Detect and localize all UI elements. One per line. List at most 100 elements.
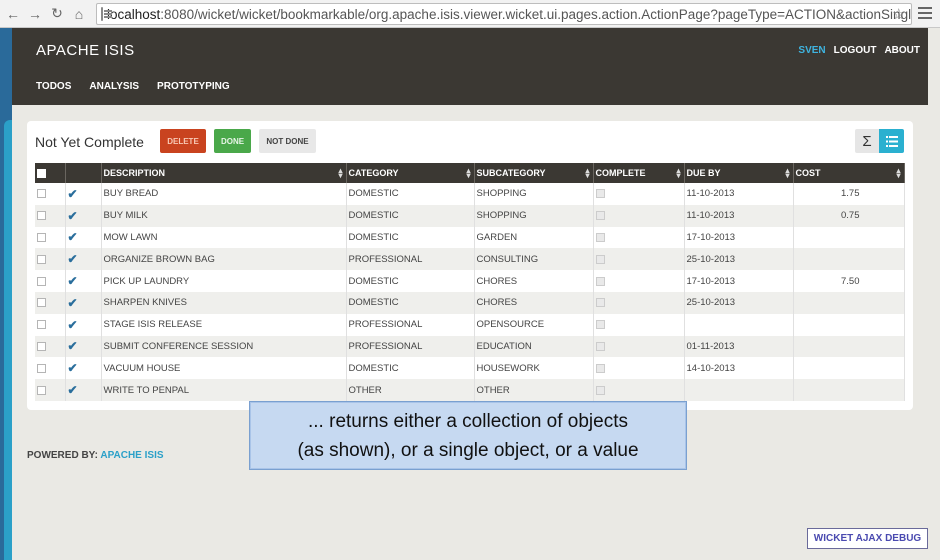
row-checkbox[interactable] <box>37 254 46 264</box>
select-cell[interactable] <box>35 270 66 292</box>
wicket-ajax-debug-button[interactable]: WICKET AJAX DEBUG <box>807 528 928 549</box>
cost-cell <box>793 357 905 380</box>
complete-cell <box>593 204 685 227</box>
row-checkbox[interactable] <box>37 211 46 221</box>
description-cell[interactable]: WRITE TO PENPAL <box>101 379 347 401</box>
table-row[interactable]: ✔ BUY MILK DOMESTIC SHOPPING 11-10-2013 0.75 <box>35 204 905 227</box>
row-checkbox[interactable] <box>37 363 46 373</box>
column-header-cost[interactable]: COST ▴ ▾ <box>793 163 905 183</box>
summary-view-button[interactable]: Σ <box>855 129 879 153</box>
description-cell[interactable]: STAGE ISIS RELEASE <box>101 313 347 336</box>
back-icon[interactable]: ← <box>4 4 22 24</box>
forward-icon[interactable]: → <box>26 4 44 24</box>
description-cell[interactable]: PICK UP LAUNDRY <box>101 270 347 292</box>
select-all-header[interactable] <box>35 163 66 183</box>
select-cell[interactable] <box>35 183 66 205</box>
select-cell[interactable] <box>35 313 66 336</box>
select-cell[interactable] <box>35 291 66 314</box>
category-cell: DOMESTIC <box>346 291 475 314</box>
table-row[interactable]: ✔ BUY BREAD DOMESTIC SHOPPING 11-10-2013 1.75 <box>35 183 905 205</box>
description-cell[interactable]: ORGANIZE BROWN BAG <box>101 248 347 271</box>
not-done-button[interactable]: NOT DONE <box>259 129 316 153</box>
row-checkbox[interactable] <box>37 320 46 330</box>
table-row[interactable]: ✔ PICK UP LAUNDRY DOMESTIC CHORES 17-10-2013… <box>35 270 905 292</box>
results-table: DESCRIPTION ▴ ▾ CATEGORY ▴ ▾ SUBCATEGORY ▴ ▾ C… <box>35 163 905 401</box>
results-panel: Not Yet Complete DELETE DONE NOT DONE Σ … <box>27 121 913 410</box>
select-cell[interactable] <box>35 248 66 271</box>
select-cell[interactable] <box>35 357 66 380</box>
checkmark-icon: ✔ <box>67 208 78 223</box>
address-bar[interactable]: localhost:8080/wicket/wicket/bookmarkabl… <box>96 3 912 25</box>
table-row[interactable]: ✔ STAGE ISIS RELEASE PROFESSIONAL OPENSOURC… <box>35 313 905 336</box>
select-cell[interactable] <box>35 226 66 249</box>
complete-checkbox <box>595 298 605 308</box>
table-row[interactable]: ✔ ORGANIZE BROWN BAG PROFESSIONAL CONSULTIN… <box>35 248 905 271</box>
icon-cell: ✔ <box>65 313 102 336</box>
complete-cell <box>593 183 685 205</box>
category-cell: DOMESTIC <box>346 357 475 380</box>
apache-isis-link[interactable]: APACHE ISIS <box>100 450 163 461</box>
complete-cell <box>593 313 685 336</box>
app-title[interactable]: APACHE ISIS <box>36 42 135 59</box>
left-edge-accent-light <box>4 120 12 560</box>
complete-cell <box>593 270 685 292</box>
url-host: localhost <box>107 6 161 22</box>
table-row[interactable]: ✔ SUBMIT CONFERENCE SESSION PROFESSIONAL ED… <box>35 335 905 358</box>
row-checkbox[interactable] <box>37 276 46 286</box>
column-header-subcategory[interactable]: SUBCATEGORY ▴ ▾ <box>474 163 594 183</box>
column-header-complete[interactable]: COMPLETE ▴ ▾ <box>593 163 685 183</box>
description-cell[interactable]: BUY MILK <box>101 204 347 227</box>
cost-cell <box>793 379 905 401</box>
checkmark-icon: ✔ <box>67 252 78 267</box>
description-cell[interactable]: BUY BREAD <box>101 183 347 205</box>
done-button[interactable]: DONE <box>214 129 251 153</box>
table-view-button[interactable] <box>879 129 904 153</box>
table-row[interactable]: ✔ WRITE TO PENPAL OTHER OTHER <box>35 379 905 401</box>
home-icon[interactable]: ⌂ <box>70 4 88 24</box>
subcategory-cell: CHORES <box>474 291 594 314</box>
table-row[interactable]: ✔ MOW LAWN DOMESTIC GARDEN 17-10-2013 <box>35 226 905 249</box>
complete-checkbox <box>595 189 605 199</box>
select-cell[interactable] <box>35 379 66 401</box>
cost-cell <box>793 335 905 358</box>
row-checkbox[interactable] <box>37 385 46 395</box>
description-cell[interactable]: VACUUM HOUSE <box>101 357 347 380</box>
description-cell[interactable]: SHARPEN KNIVES <box>101 291 347 314</box>
menu-item-prototyping[interactable]: PROTOTYPING <box>157 81 230 92</box>
column-header-category[interactable]: CATEGORY ▴ ▾ <box>346 163 475 183</box>
bookmark-star-icon[interactable]: ☆ <box>892 5 905 23</box>
row-checkbox[interactable] <box>37 298 46 308</box>
row-checkbox[interactable] <box>37 189 46 199</box>
select-cell[interactable] <box>35 335 66 358</box>
icon-cell: ✔ <box>65 291 102 314</box>
sort-icon: ▴ ▾ <box>785 166 790 180</box>
menu-item-todos[interactable]: TODOS <box>36 81 71 92</box>
delete-button[interactable]: DELETE <box>160 129 206 153</box>
category-cell: PROFESSIONAL <box>346 248 475 271</box>
menu-item-analysis[interactable]: ANALYSIS <box>89 81 139 92</box>
cost-cell: 0.75 <box>793 204 905 227</box>
table-row[interactable]: ✔ SHARPEN KNIVES DOMESTIC CHORES 25-10-2013 <box>35 291 905 314</box>
main-menu: TODOS ANALYSIS PROTOTYPING <box>36 81 230 92</box>
column-header-description[interactable]: DESCRIPTION ▴ ▾ <box>101 163 347 183</box>
sort-icon: ▴ ▾ <box>676 166 681 180</box>
user-link[interactable]: SVEN <box>798 45 825 56</box>
select-all-checkbox[interactable] <box>37 169 46 179</box>
complete-checkbox <box>595 363 605 373</box>
app-header: APACHE ISIS SVEN LOGOUT ABOUT TODOS ANAL… <box>12 28 928 105</box>
row-checkbox[interactable] <box>37 341 46 351</box>
reload-icon[interactable]: ↻ <box>48 4 66 24</box>
subcategory-cell: SHOPPING <box>474 183 594 205</box>
description-cell[interactable]: MOW LAWN <box>101 226 347 249</box>
column-header-due-by[interactable]: DUE BY ▴ ▾ <box>684 163 794 183</box>
about-link[interactable]: ABOUT <box>884 45 920 56</box>
table-row[interactable]: ✔ VACUUM HOUSE DOMESTIC HOUSEWORK 14-10-2013 <box>35 357 905 380</box>
browser-menu-icon[interactable] <box>918 4 932 22</box>
sort-icon: ▴ ▾ <box>338 166 343 180</box>
complete-checkbox <box>595 341 605 351</box>
row-checkbox[interactable] <box>37 232 46 242</box>
complete-checkbox <box>595 385 605 395</box>
logout-link[interactable]: LOGOUT <box>834 45 877 56</box>
select-cell[interactable] <box>35 204 66 227</box>
description-cell[interactable]: SUBMIT CONFERENCE SESSION <box>101 335 347 358</box>
